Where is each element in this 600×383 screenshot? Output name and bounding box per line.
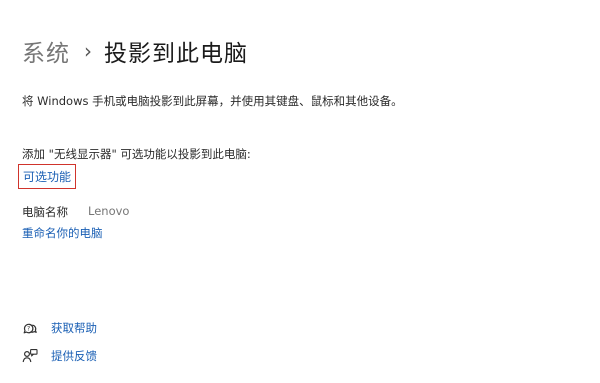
give-feedback-link[interactable]: 提供反馈 [22,348,97,364]
add-feature-text: 添加 "无线显示器" 可选功能以投影到此电脑: [22,147,251,161]
pc-name-row: 电脑名称 Lenovo [22,204,129,220]
page-title: 投影到此电脑 [104,41,248,67]
description-text: 将 Windows 手机或电脑投影到此屏幕，并使用其键盘、鼠标和其他设备。 [22,94,403,108]
pc-name-value: Lenovo [88,204,130,218]
breadcrumb-separator-icon: › [84,39,92,63]
feedback-icon [22,348,38,364]
breadcrumb: 系统 › 投影到此电脑 [22,34,248,68]
optional-features-link[interactable]: 可选功能 [18,164,77,189]
rename-pc-link[interactable]: 重命名你的电脑 [22,225,103,241]
get-help-link[interactable]: ? 获取帮助 [22,320,97,336]
svg-text:?: ? [27,326,30,333]
pc-name-label: 电脑名称 [22,205,68,219]
breadcrumb-system[interactable]: 系统 [22,34,70,68]
settings-page: 系统 › 投影到此电脑 将 Windows 手机或电脑投影到此屏幕，并使用其键盘… [0,0,600,383]
help-icon: ? [22,320,38,336]
give-feedback-label: 提供反馈 [51,349,97,363]
get-help-label: 获取帮助 [51,321,97,335]
